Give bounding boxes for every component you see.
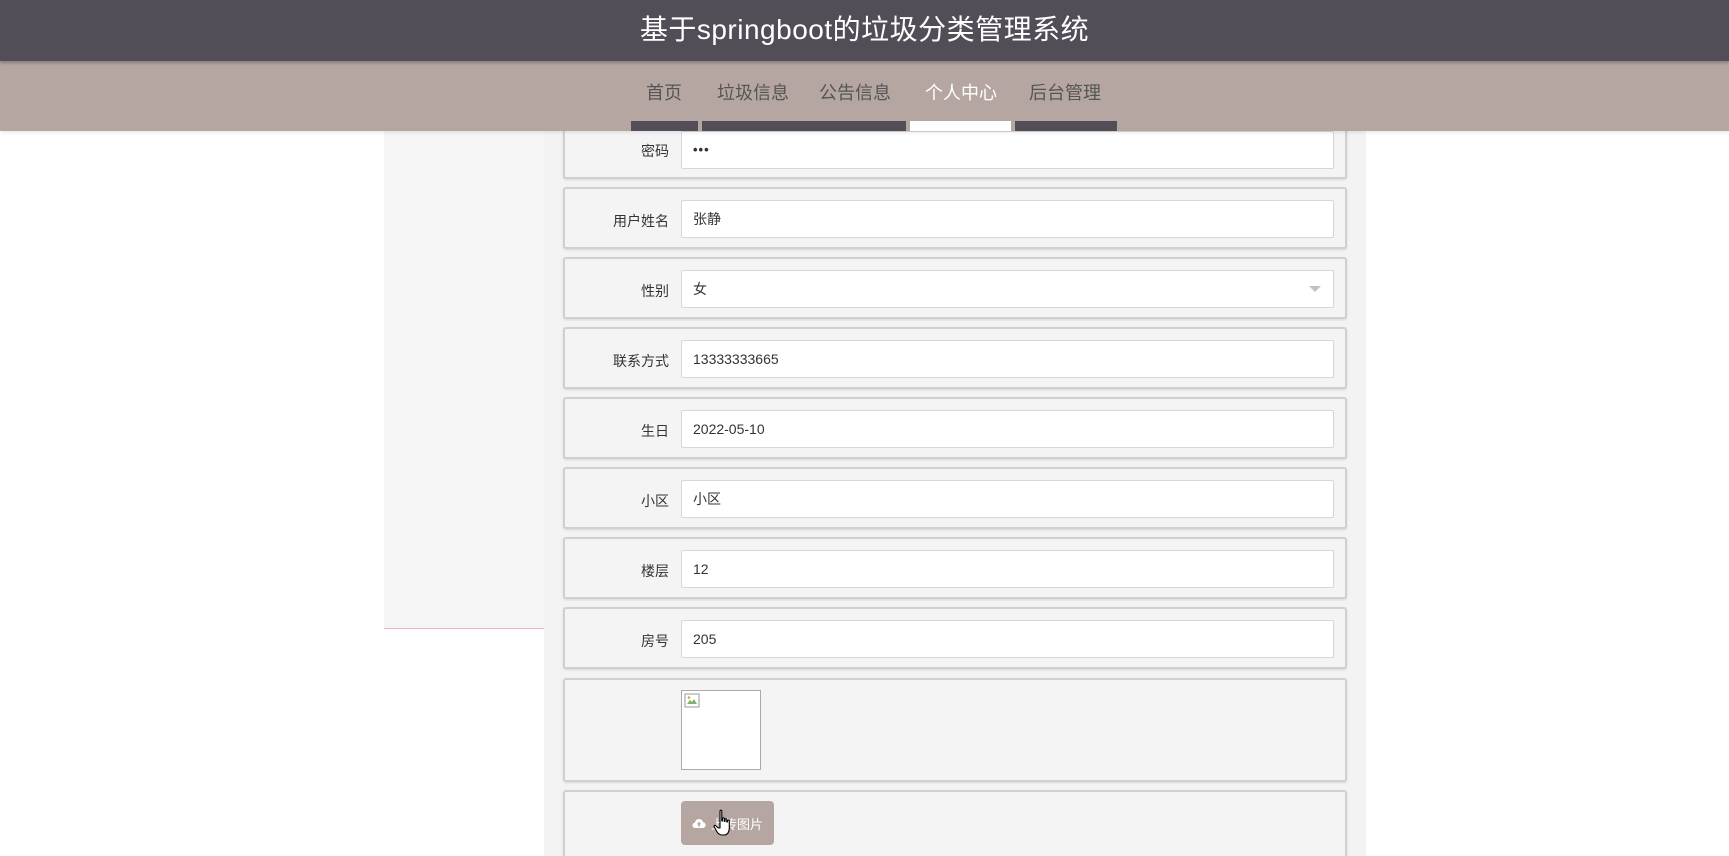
nav-tab-middle-bg xyxy=(702,121,906,131)
sidebar-divider xyxy=(384,628,544,629)
birthday-label: 生日 xyxy=(641,423,669,439)
username-field[interactable]: 张静 xyxy=(681,200,1334,238)
community-field[interactable]: 小区 xyxy=(681,480,1334,518)
nav-bar: 首页 垃圾信息 公告信息 个人中心 后台管理 xyxy=(0,61,1729,131)
form-row-upload: 上传图片 xyxy=(563,790,1347,856)
room-label: 房号 xyxy=(641,633,669,649)
nav-item-personal-center[interactable]: 个人中心 xyxy=(925,79,997,105)
password-field[interactable]: ••• xyxy=(681,131,1334,169)
phone-label: 联系方式 xyxy=(613,353,669,369)
gender-label: 性别 xyxy=(641,283,669,299)
gender-select[interactable]: 女 xyxy=(681,270,1334,308)
form-row-birthday: 生日 2022-05-10 xyxy=(563,397,1347,459)
nav-item-garbage-info[interactable]: 垃圾信息 xyxy=(717,79,789,105)
gender-selected-value: 女 xyxy=(693,281,707,297)
nav-tab-home-bg xyxy=(631,121,698,131)
username-label: 用户姓名 xyxy=(613,213,669,229)
form-row-username: 用户姓名 张静 xyxy=(563,187,1347,249)
form-row-phone: 联系方式 13333333665 xyxy=(563,327,1347,389)
hand-cursor-icon xyxy=(713,809,730,836)
room-field[interactable]: 205 xyxy=(681,620,1334,658)
form-row-gender: 性别 女 xyxy=(563,257,1347,319)
cloud-upload-icon xyxy=(692,818,706,828)
nav-item-admin[interactable]: 后台管理 xyxy=(1029,79,1101,105)
community-label: 小区 xyxy=(641,493,669,509)
nav-menu: 首页 垃圾信息 公告信息 个人中心 后台管理 xyxy=(0,79,1729,107)
broken-image-icon xyxy=(684,693,700,708)
chevron-down-icon[interactable] xyxy=(1309,286,1321,292)
nav-tab-active-bg xyxy=(910,121,1011,131)
page: 基于springboot的垃圾分类管理系统 首页 垃圾信息 公告信息 个人中心 … xyxy=(0,0,1729,856)
title-bar: 基于springboot的垃圾分类管理系统 xyxy=(0,0,1729,61)
phone-field[interactable]: 13333333665 xyxy=(681,340,1334,378)
floor-field[interactable]: 12 xyxy=(681,550,1334,588)
nav-item-announcements[interactable]: 公告信息 xyxy=(819,79,891,105)
birthday-field[interactable]: 2022-05-10 xyxy=(681,410,1334,448)
form-row-avatar xyxy=(563,678,1347,782)
site-title: 基于springboot的垃圾分类管理系统 xyxy=(639,13,1090,45)
nav-tab-admin-bg xyxy=(1015,121,1117,131)
left-sidebar xyxy=(384,131,544,628)
form-row-floor: 楼层 12 xyxy=(563,537,1347,599)
avatar-image xyxy=(681,690,761,770)
form-row-community: 小区 小区 xyxy=(563,467,1347,529)
password-label: 密码 xyxy=(641,143,669,159)
form-row-room: 房号 205 xyxy=(563,607,1347,669)
floor-label: 楼层 xyxy=(641,563,669,579)
nav-item-home[interactable]: 首页 xyxy=(646,79,682,105)
